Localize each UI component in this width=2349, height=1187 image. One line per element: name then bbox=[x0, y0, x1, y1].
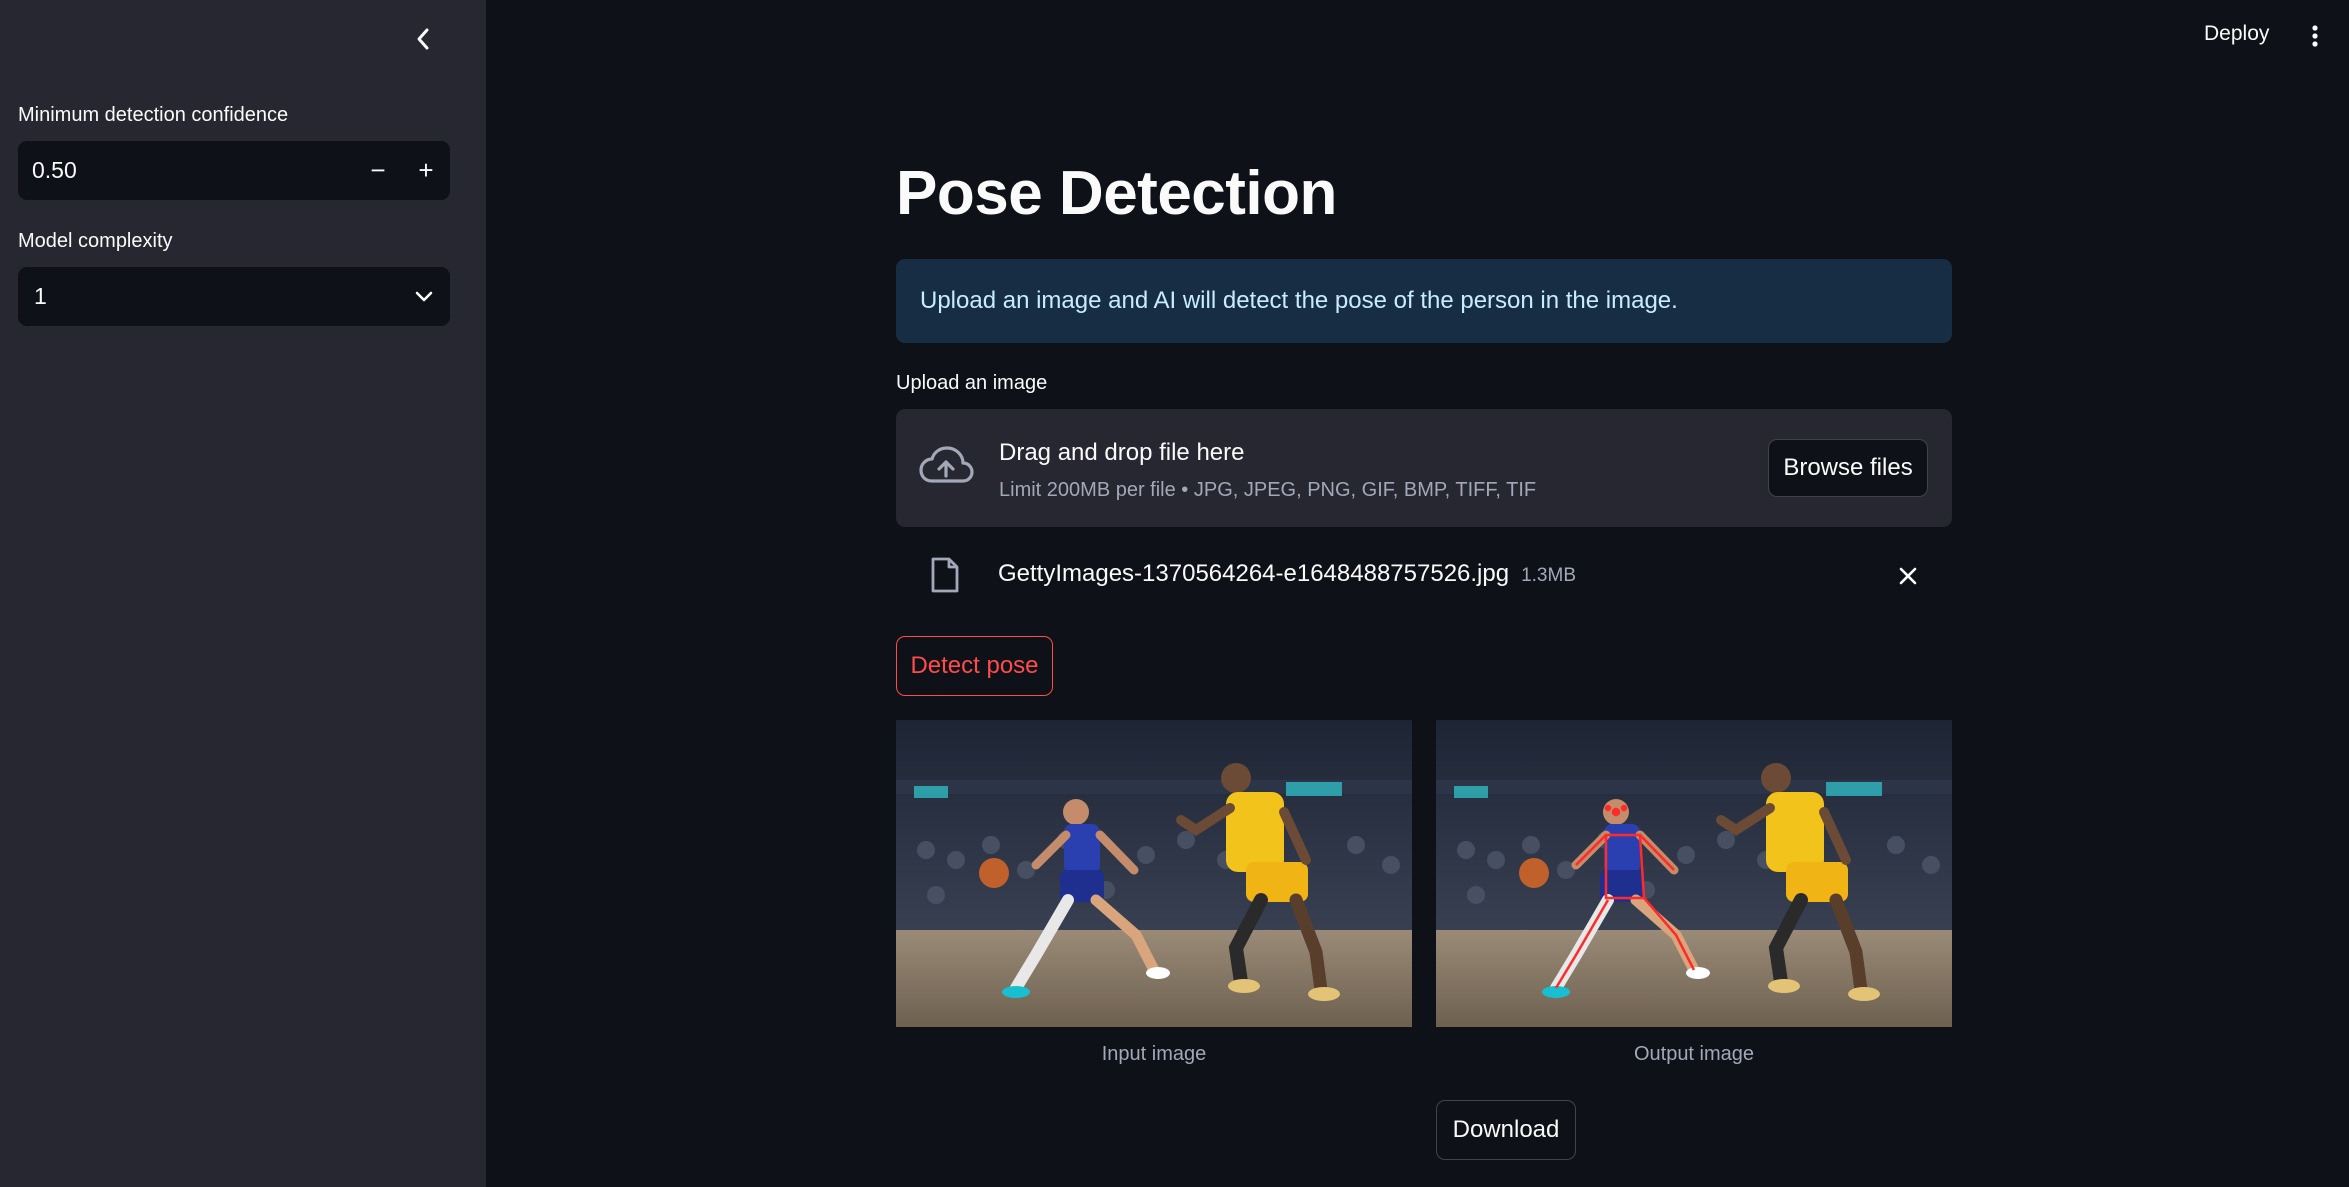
uploaded-file: GettyImages-1370564264-e1648488757526.jp… bbox=[896, 548, 1952, 604]
detect-pose-button[interactable]: Detect pose bbox=[896, 636, 1053, 696]
info-alert: Upload an image and AI will detect the p… bbox=[896, 259, 1952, 343]
deploy-button[interactable]: Deploy bbox=[2196, 18, 2277, 50]
confidence-input[interactable]: 0.50 bbox=[18, 157, 354, 184]
input-image-caption: Input image bbox=[1101, 1043, 1207, 1065]
file-icon bbox=[931, 557, 959, 593]
decrement-button[interactable]: − bbox=[354, 141, 402, 200]
page-title: Pose Detection bbox=[896, 159, 1337, 228]
sidebar: Minimum detection confidence 0.50 − + Mo… bbox=[0, 0, 486, 1187]
file-name: GettyImages-1370564264-e1648488757526.jp… bbox=[998, 560, 1510, 587]
chevron-down-icon bbox=[415, 291, 433, 301]
dropzone-title: Drag and drop file here bbox=[999, 439, 1245, 466]
remove-file-button[interactable] bbox=[1892, 560, 1924, 592]
increment-button[interactable]: + bbox=[402, 141, 450, 200]
complexity-select[interactable]: 1 bbox=[18, 267, 450, 326]
output-image-scene bbox=[1436, 720, 1952, 1027]
input-image bbox=[896, 720, 1412, 1027]
file-dropzone[interactable]: Drag and drop file here Limit 200MB per … bbox=[896, 409, 1952, 527]
input-image-scene bbox=[896, 720, 1412, 1027]
main-menu-button[interactable] bbox=[2300, 20, 2330, 52]
output-image-caption: Output image bbox=[1633, 1043, 1755, 1065]
chevron-left-icon bbox=[417, 28, 429, 50]
file-size: 1.3MB bbox=[1521, 565, 1576, 586]
file-name-wrap: GettyImages-1370564264-e1648488757526.jp… bbox=[998, 560, 1576, 588]
complexity-selected-value: 1 bbox=[34, 283, 47, 309]
complexity-label: Model complexity bbox=[18, 230, 173, 252]
confidence-number-input: 0.50 − + bbox=[18, 141, 450, 200]
kebab-menu-icon bbox=[2312, 25, 2318, 47]
output-image bbox=[1436, 720, 1952, 1027]
cloud-upload-icon bbox=[919, 446, 974, 483]
download-button[interactable]: Download bbox=[1436, 1100, 1576, 1160]
dropzone-limit: Limit 200MB per file • JPG, JPEG, PNG, G… bbox=[999, 479, 1537, 501]
close-icon bbox=[1899, 567, 1917, 585]
confidence-label: Minimum detection confidence bbox=[18, 104, 289, 126]
browse-files-button[interactable]: Browse files bbox=[1768, 439, 1928, 497]
collapse-sidebar-button[interactable] bbox=[404, 20, 442, 58]
upload-label: Upload an image bbox=[896, 372, 1048, 394]
info-text: Upload an image and AI will detect the p… bbox=[920, 287, 1678, 314]
